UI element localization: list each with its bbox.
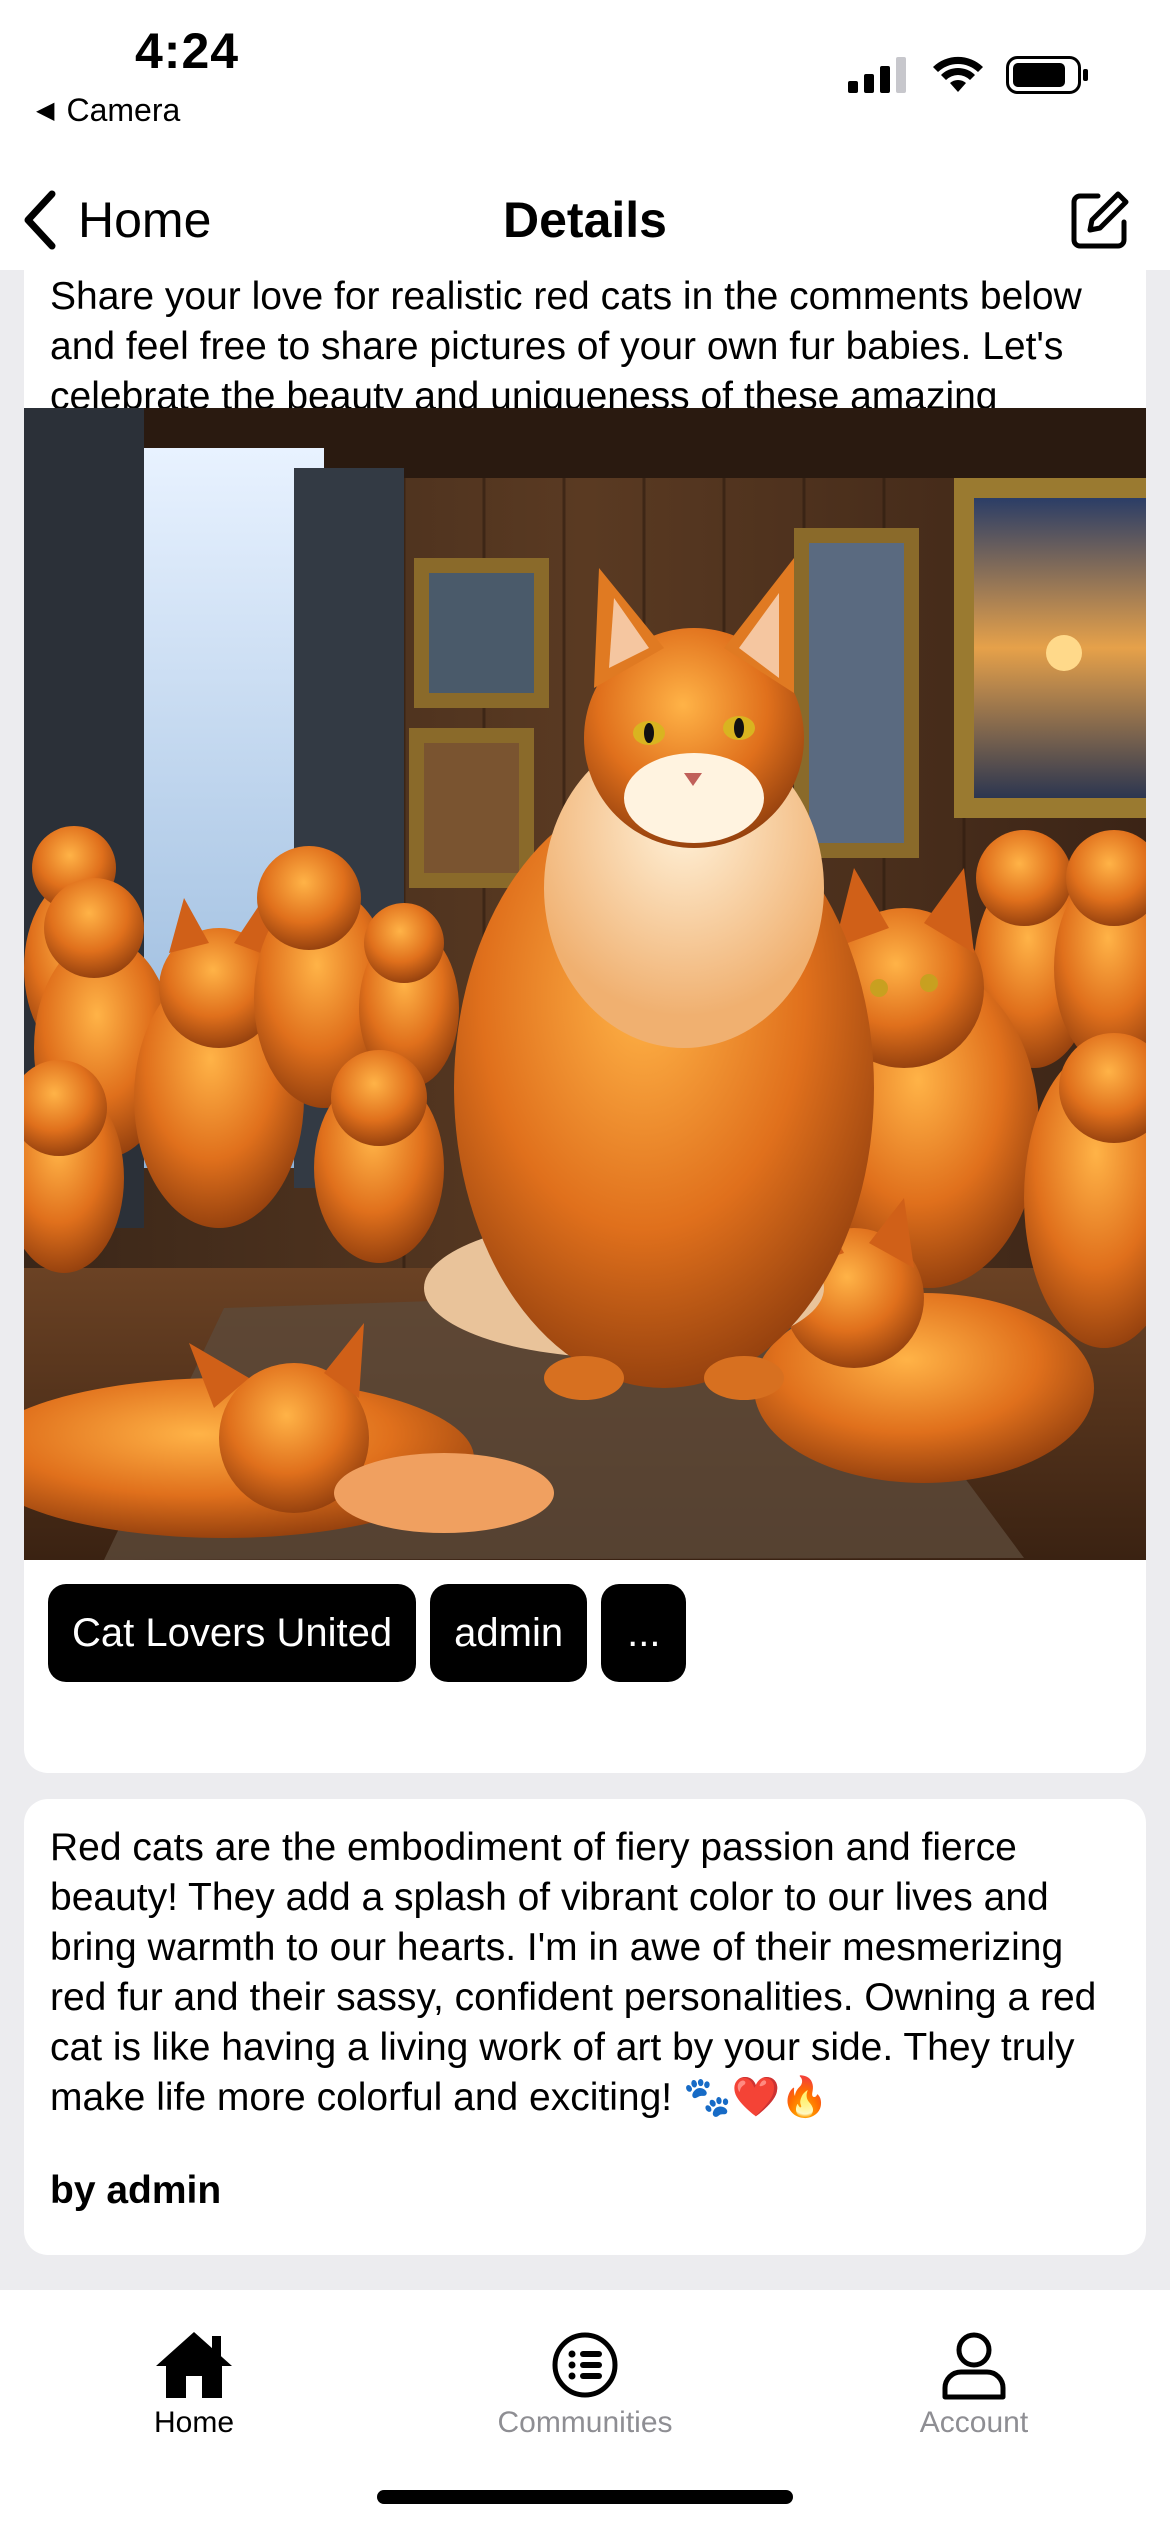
tab-home[interactable]: Home (44, 2330, 344, 2440)
comment-author: by admin (50, 2169, 222, 2212)
status-bar: 4:24 ◀ Camera (0, 0, 1170, 170)
back-app-label: Camera (66, 92, 181, 128)
post-card: Share your love for realistic red cats i… (24, 270, 1146, 1773)
wifi-icon (933, 56, 983, 92)
status-time: 4:24 (135, 23, 240, 79)
person-icon (942, 2332, 1006, 2400)
status-icons (848, 56, 1090, 94)
comment-card: Red cats are the embodiment of fiery pas… (24, 1799, 1146, 2255)
tab-communities[interactable]: Communities (435, 2330, 735, 2440)
community-tag[interactable]: Cat Lovers United (48, 1584, 417, 1682)
back-button[interactable]: Home (20, 170, 211, 270)
comment-body: Red cats are the embodiment of fiery pas… (50, 1826, 1097, 2119)
cellular-signal-icon (848, 57, 906, 93)
post-tags: Cat Lovers United admin ... (48, 1584, 687, 1682)
tab-home-label: Home (153, 2406, 235, 2439)
back-to-app-link[interactable]: ◀ Camera (36, 92, 180, 129)
compose-icon (1071, 191, 1129, 249)
back-triangle-icon: ◀ (36, 97, 55, 124)
details-screen: 4:24 ◀ Camera Home Details Share your lo… (0, 0, 1170, 2532)
post-image[interactable] (24, 408, 1146, 1560)
home-indicator[interactable] (377, 2490, 793, 2504)
compose-button[interactable] (1068, 188, 1132, 257)
tab-communities-label: Communities (497, 2406, 673, 2439)
author-tag[interactable]: admin (430, 1584, 588, 1682)
back-label: Home (78, 192, 212, 248)
battery-icon (1006, 56, 1088, 94)
list-circle-icon (552, 2332, 618, 2398)
more-options-button[interactable]: ... (601, 1584, 687, 1682)
scroll-content[interactable]: Share your love for realistic red cats i… (0, 270, 1170, 2290)
house-icon (156, 2332, 232, 2398)
tab-account-label: Account (919, 2406, 1029, 2439)
chevron-left-icon (24, 190, 56, 250)
red-cats-illustration (24, 408, 1146, 1560)
nav-bar: Home Details (0, 170, 1170, 270)
tab-account[interactable]: Account (824, 2330, 1124, 2440)
